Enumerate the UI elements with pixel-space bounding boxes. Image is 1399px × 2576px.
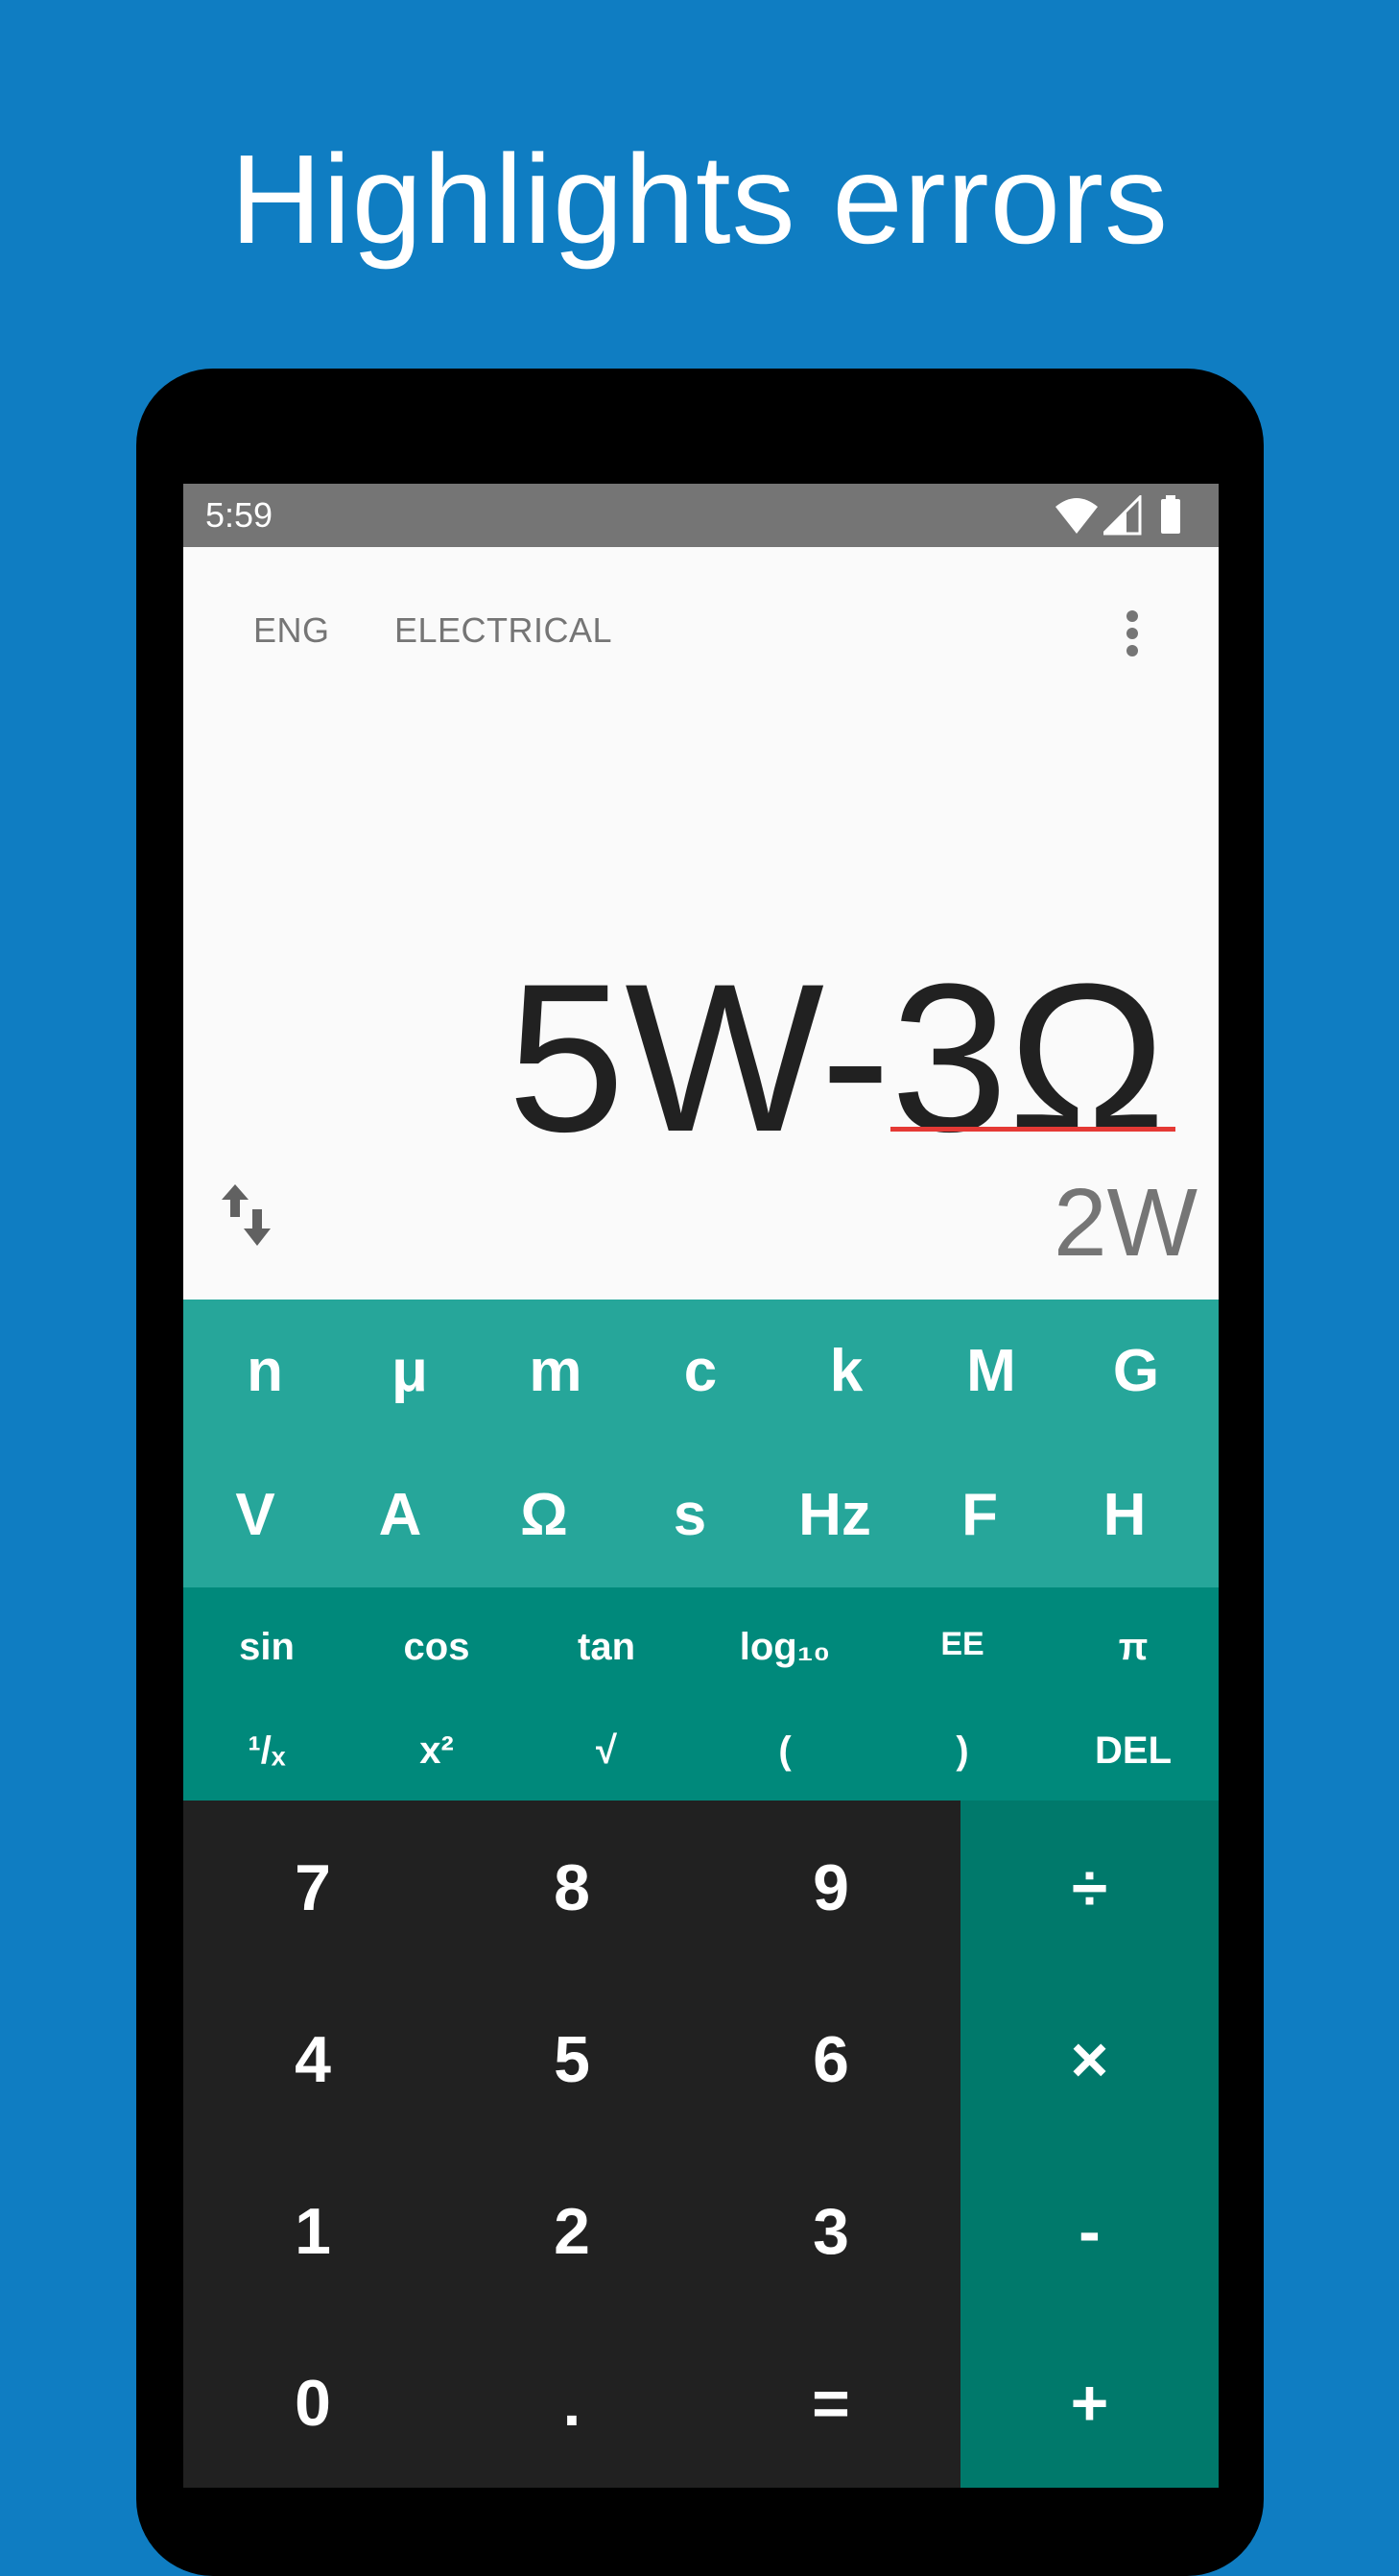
- headline: Highlights errors: [230, 129, 1169, 270]
- status-icons: [1055, 495, 1199, 536]
- status-bar: 5:59: [183, 484, 1219, 547]
- key-log10[interactable]: log₁₀: [713, 1626, 857, 1669]
- mode-eng[interactable]: ENG: [253, 610, 330, 651]
- key-unit-ohm[interactable]: Ω: [472, 1443, 616, 1587]
- key-unit-hertz[interactable]: Hz: [763, 1443, 907, 1587]
- key-0[interactable]: 0: [217, 2366, 409, 2441]
- key-unit-second[interactable]: s: [618, 1443, 762, 1587]
- key-5[interactable]: 5: [476, 2022, 668, 2097]
- mode-electrical[interactable]: ELECTRICAL: [394, 610, 612, 651]
- key-prefix-c[interactable]: c: [628, 1300, 772, 1443]
- key-cos[interactable]: cos: [365, 1626, 509, 1669]
- key-prefix-n[interactable]: n: [193, 1300, 337, 1443]
- key-6[interactable]: 6: [735, 2022, 927, 2097]
- units-pad: n μ m c k M G V A Ω s Hz F H: [183, 1300, 1219, 1587]
- key-delete[interactable]: DEL: [1061, 1729, 1205, 1773]
- key-square[interactable]: x²: [365, 1729, 509, 1773]
- key-sqrt[interactable]: √: [534, 1729, 678, 1773]
- more-vert-icon[interactable]: [1123, 610, 1142, 656]
- key-3[interactable]: 3: [735, 2194, 927, 2269]
- key-tan[interactable]: tan: [534, 1626, 678, 1669]
- prefix-row: n μ m c k M G: [183, 1300, 1219, 1443]
- key-unit-farad[interactable]: F: [908, 1443, 1052, 1587]
- key-prefix-mega[interactable]: M: [919, 1300, 1063, 1443]
- key-decimal[interactable]: .: [476, 2366, 668, 2441]
- key-9[interactable]: 9: [735, 1850, 927, 1925]
- key-unit-ampere[interactable]: A: [328, 1443, 472, 1587]
- key-subtract[interactable]: -: [960, 2194, 1219, 2269]
- key-equals[interactable]: =: [735, 2366, 927, 2441]
- key-prefix-giga[interactable]: G: [1064, 1300, 1208, 1443]
- key-multiply[interactable]: ×: [960, 2022, 1219, 2097]
- calculator-screen: 5:59 ENG ELECTRICAL 5W-3Ω 2W n μ m c k M…: [183, 484, 1219, 2488]
- key-unit-volt[interactable]: V: [183, 1443, 327, 1587]
- signal-icon: [1103, 495, 1142, 536]
- key-reciprocal[interactable]: ¹/ₓ: [195, 1729, 339, 1773]
- key-divide[interactable]: ÷: [960, 1850, 1219, 1925]
- wifi-icon: [1055, 498, 1098, 534]
- key-prefix-mu[interactable]: μ: [338, 1300, 482, 1443]
- key-2[interactable]: 2: [476, 2194, 668, 2269]
- result-display: 2W: [1054, 1169, 1197, 1276]
- key-prefix-m[interactable]: m: [484, 1300, 628, 1443]
- swap-vertical-icon[interactable]: [220, 1184, 277, 1246]
- key-close-paren[interactable]: ): [890, 1729, 1034, 1773]
- key-8[interactable]: 8: [476, 1850, 668, 1925]
- key-open-paren[interactable]: (: [713, 1729, 857, 1773]
- function-pad: sin cos tan log₁₀ EE π ¹/ₓ x² √ ( ) DEL: [183, 1587, 1219, 1801]
- expression-display[interactable]: 5W-3Ω: [508, 942, 1166, 1173]
- key-4[interactable]: 4: [217, 2022, 409, 2097]
- key-add[interactable]: +: [960, 2366, 1219, 2441]
- status-time: 5:59: [205, 495, 273, 535]
- expression-error-part: 3Ω: [890, 940, 1166, 1176]
- key-1[interactable]: 1: [217, 2194, 409, 2269]
- key-sin[interactable]: sin: [195, 1626, 339, 1669]
- key-unit-henry[interactable]: H: [1053, 1443, 1197, 1587]
- key-prefix-k[interactable]: k: [774, 1300, 918, 1443]
- toolbar: ENG ELECTRICAL: [183, 547, 1219, 691]
- expression-valid-part: 5W-: [507, 940, 891, 1176]
- unit-row: V A Ω s Hz F H: [183, 1443, 1219, 1587]
- operator-pad: ÷ × - +: [960, 1801, 1219, 2488]
- battery-icon: [1161, 495, 1180, 534]
- key-ee[interactable]: EE: [890, 1626, 1034, 1663]
- key-7[interactable]: 7: [217, 1850, 409, 1925]
- key-pi[interactable]: π: [1061, 1626, 1205, 1669]
- number-pad: 7 8 9 4 5 6 1 2 3 0 . =: [183, 1801, 960, 2488]
